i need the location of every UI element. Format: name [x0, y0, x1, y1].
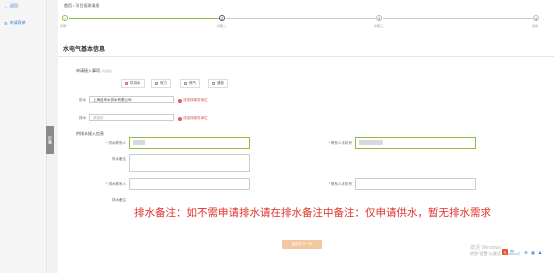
checkbox-checked-icon	[125, 82, 128, 85]
list-icon: ☰	[4, 20, 8, 26]
ime-icon[interactable]: S	[502, 249, 508, 255]
checkbox-water[interactable]: 供排水	[121, 79, 145, 88]
error-icon: !	[178, 98, 182, 103]
step-2-label: 步骤二	[217, 24, 227, 28]
audio-icon[interactable]: ♪	[516, 249, 522, 255]
step-1-label: 步骤一	[60, 24, 70, 28]
back-label: 返回	[10, 3, 18, 8]
breadcrumb-current: 项目报建填报	[75, 3, 100, 8]
supply-contact-input[interactable]	[129, 137, 250, 149]
checkbox-gas[interactable]: 燃气	[180, 79, 200, 88]
settings-icon[interactable]: ⚙	[523, 249, 529, 255]
system-tray: S 中 ♪ ⚙ ▦ ♟	[502, 248, 552, 256]
error-icon: !	[178, 116, 182, 121]
step-2-circle: 2	[219, 15, 225, 21]
supply-note-textarea[interactable]	[129, 154, 250, 172]
sidebar-collapse-handle[interactable]: 折叠	[46, 126, 54, 154]
checkbox-unchecked-icon	[155, 82, 158, 85]
back-arrow-icon: ←	[4, 3, 8, 9]
step-line-2	[226, 18, 376, 19]
breadcrumb: 首页 / 项目报建填报	[64, 3, 99, 9]
section-title: 水电气基本信息	[63, 47, 106, 53]
drain-contact-label: * 排水联系人	[106, 182, 126, 186]
step-4-label: 完成	[532, 24, 539, 28]
step-4-circle: 4	[533, 15, 539, 21]
step-3-circle: 3	[376, 15, 382, 21]
user-icon[interactable]: ♟	[537, 249, 543, 255]
supply-note-label: 供水备注	[112, 157, 126, 161]
apply-section-label: 申请接入事项 (可多选)	[76, 68, 113, 73]
supply-contact-label: * 供水联系人	[106, 141, 126, 145]
keyboard-icon[interactable]: ▦	[530, 249, 536, 255]
divider	[58, 56, 554, 57]
checkbox-telecom[interactable]: 通信	[208, 79, 228, 88]
redacted-block	[359, 140, 383, 145]
drain-note-label: 排水备注	[112, 198, 126, 202]
save-next-button[interactable]: 保存并下一步	[282, 240, 322, 249]
redacted-block	[133, 140, 145, 145]
annotation-text: 排水备注：如不需申请排水请在排水备注中备注：仅申请供水，暂无排水需求	[134, 207, 491, 219]
water-warning: ! 请选择服务单位	[178, 98, 208, 103]
drainage-warning: ! 请选择服务单位	[178, 116, 208, 121]
supply-phone-input[interactable]	[355, 137, 476, 149]
step-1-circle: ✓	[62, 15, 68, 21]
step-line-1	[69, 18, 219, 19]
sidebar-item-label: 申请表单	[9, 20, 26, 25]
drain-contact-input[interactable]	[129, 178, 250, 190]
access-info-title: 供排水接入信息	[76, 131, 104, 136]
step-line-3	[383, 18, 533, 19]
drainage-label: 排水	[79, 116, 86, 120]
back-button[interactable]: ← 返回	[4, 3, 18, 9]
drainage-select[interactable]: 请选择	[89, 114, 174, 121]
checkbox-electric[interactable]: 电力	[151, 79, 171, 88]
step-indicator	[58, 12, 554, 39]
checkbox-unchecked-icon	[184, 82, 187, 85]
supply-phone-label: * 联系人手机号	[328, 141, 352, 145]
drain-phone-input[interactable]	[355, 178, 476, 190]
water-supplier-select[interactable]: 上海自来水供水有限公司	[89, 96, 174, 103]
checkbox-unchecked-icon	[212, 82, 215, 85]
drain-phone-label: * 联系人手机号	[328, 182, 352, 186]
language-icon[interactable]: 中	[509, 249, 515, 255]
water-supplier-label: 供水	[79, 98, 86, 102]
sidebar-item-apply-form[interactable]: ☰ 申请表单	[4, 20, 26, 26]
breadcrumb-home[interactable]: 首页	[64, 3, 72, 8]
sidebar	[0, 0, 47, 273]
step-3-label: 步骤三	[374, 24, 384, 28]
